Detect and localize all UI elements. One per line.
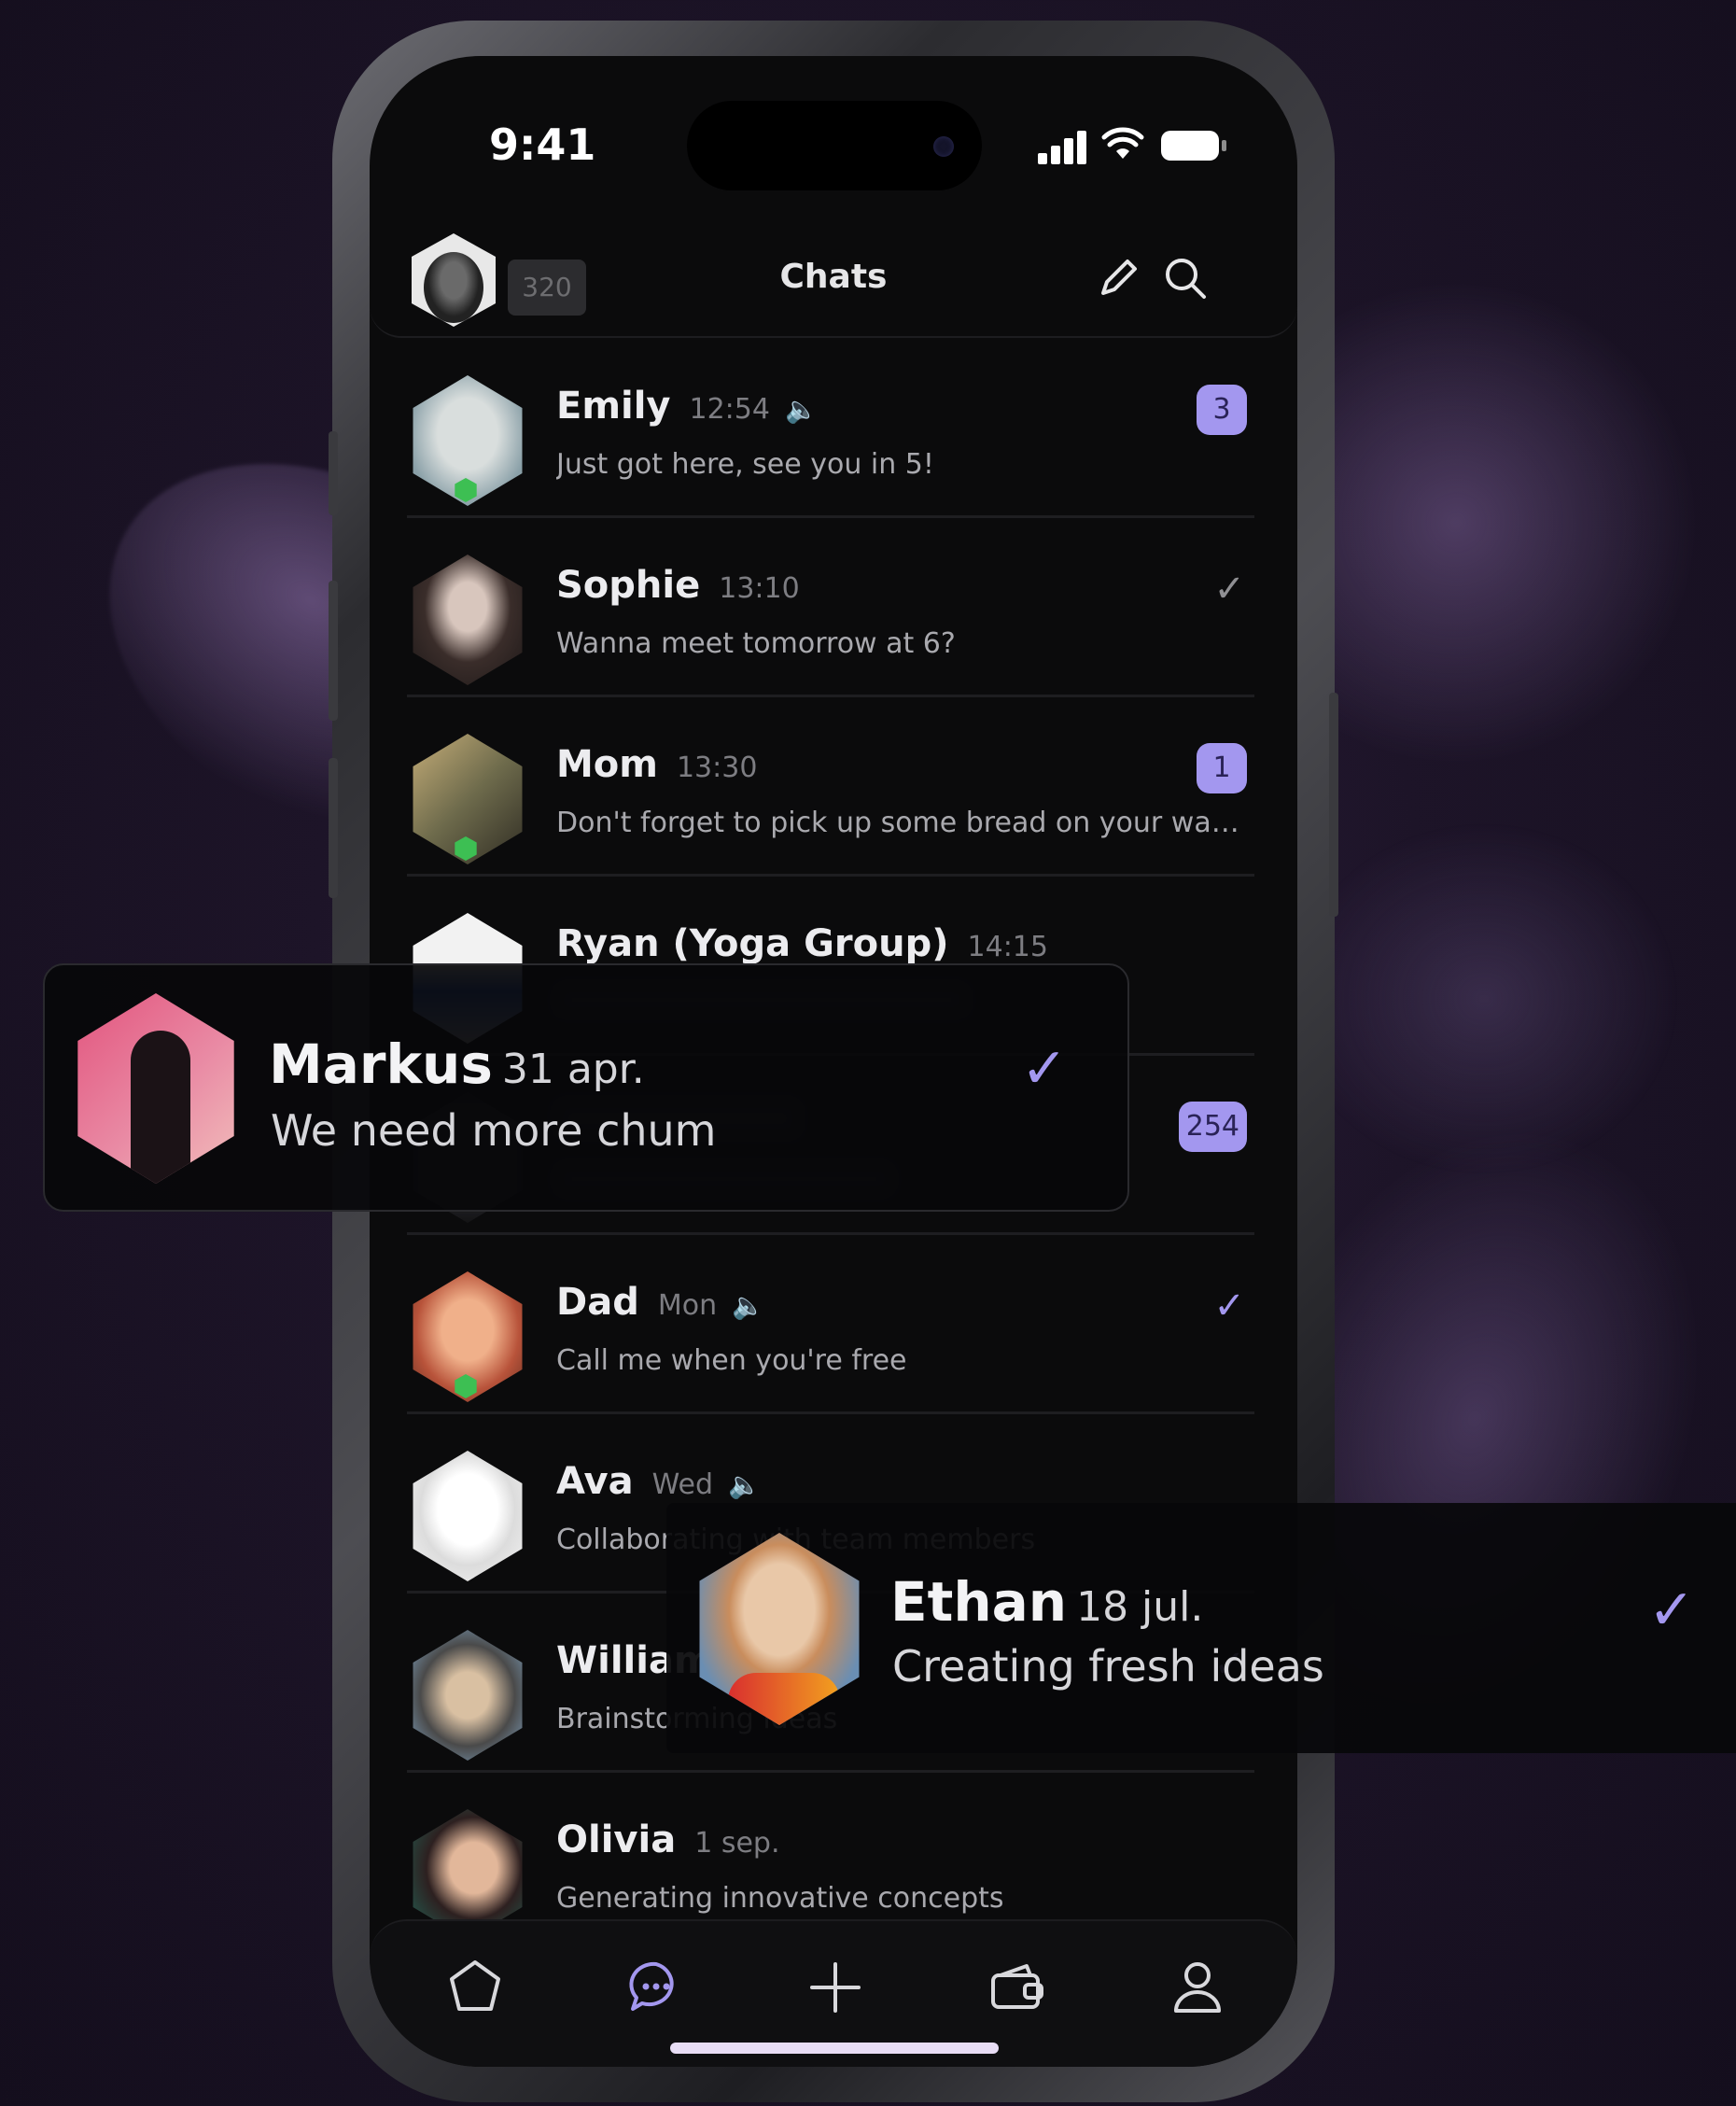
avatar (413, 1451, 523, 1581)
edit-pencil-icon[interactable] (1088, 248, 1148, 308)
avatar (77, 993, 234, 1184)
chat-icon[interactable] (623, 1955, 689, 2020)
chat-preview: Don't forget to pick up some bread on yo… (556, 807, 1247, 839)
chat-name: Ethan 18 jul. (890, 1570, 1204, 1634)
chat-name: Ava Wed 🔈 (556, 1460, 761, 1503)
muted-icon: 🔈 (784, 394, 818, 425)
chat-preview: We need more chum (271, 1105, 717, 1156)
search-icon[interactable] (1155, 248, 1215, 308)
chat-name: Markus 31 apr. (269, 1032, 645, 1096)
muted-icon: 🔈 (728, 1469, 761, 1500)
phone-power-button (1329, 693, 1338, 917)
muted-icon: 🔈 (732, 1290, 764, 1321)
unread-badge: 1 (1197, 743, 1247, 793)
phone-volume-down (329, 758, 338, 898)
chat-preview: Creating fresh ideas (892, 1641, 1324, 1692)
chat-preview: Call me when you're free (556, 1344, 907, 1377)
profile-icon[interactable] (1165, 1955, 1230, 2020)
dynamic-island (687, 101, 982, 190)
chat-row-dad[interactable]: Dad Mon 🔈 Call me when you're free ✓ (407, 1232, 1254, 1414)
chat-row-sophie[interactable]: Sophie 13:10 Wanna meet tomorrow at 6? ✓ (407, 515, 1254, 697)
read-check-icon: ✓ (1213, 1285, 1245, 1327)
plus-icon[interactable] (803, 1955, 868, 2020)
wifi-icon (1101, 127, 1144, 159)
phone-side-button (329, 431, 338, 515)
unread-badge: 254 (1178, 1102, 1247, 1152)
read-check-icon: ✓ (1213, 568, 1245, 611)
floating-chat-card-ethan[interactable]: Ethan 18 jul. Creating fresh ideas ✓ (666, 1503, 1736, 1753)
battery-icon (1161, 131, 1226, 161)
chat-row-mom[interactable]: Mom 13:30 Don't forget to pick up some br… (407, 695, 1254, 877)
home-indicator (670, 2043, 999, 2054)
home-icon[interactable] (442, 1955, 508, 2020)
floating-chat-card-markus[interactable]: Markus 31 apr. We need more chum ✓ (43, 963, 1129, 1212)
phone-volume-up (329, 581, 338, 721)
chat-name: Ryan (Yoga Group) 14:15 (556, 922, 1048, 965)
chat-name: Olivia 1 sep. (556, 1818, 780, 1861)
chat-name: Sophie 13:10 (556, 564, 800, 607)
avatar (413, 555, 523, 685)
background-petal (1288, 821, 1680, 1176)
chat-row-emily[interactable]: Emily 12:54 🔈 Just got here, see you in 5!… (407, 336, 1254, 518)
read-check-icon: ✓ (1647, 1578, 1695, 1643)
chat-name: Dad Mon 🔈 (556, 1281, 764, 1324)
chats-header: 320 Chats (370, 215, 1297, 338)
chat-preview: Wanna meet tomorrow at 6? (556, 627, 956, 660)
avatar (413, 1630, 523, 1761)
chat-name: Mom 13:30 (556, 743, 758, 786)
read-check-icon: ✓ (1020, 1036, 1068, 1102)
cellular-signal-icon (1038, 131, 1088, 164)
status-bar: 9:41 (370, 56, 1297, 215)
chat-preview: Generating innovative concepts (556, 1882, 1004, 1915)
chat-preview: Just got here, see you in 5! (556, 448, 934, 481)
avatar (699, 1533, 860, 1725)
wallet-icon[interactable] (984, 1955, 1049, 2020)
status-time: 9:41 (489, 119, 596, 170)
chat-name: Emily 12:54 🔈 (556, 385, 818, 428)
camera-icon (933, 136, 954, 157)
unread-badge: 3 (1197, 385, 1247, 435)
